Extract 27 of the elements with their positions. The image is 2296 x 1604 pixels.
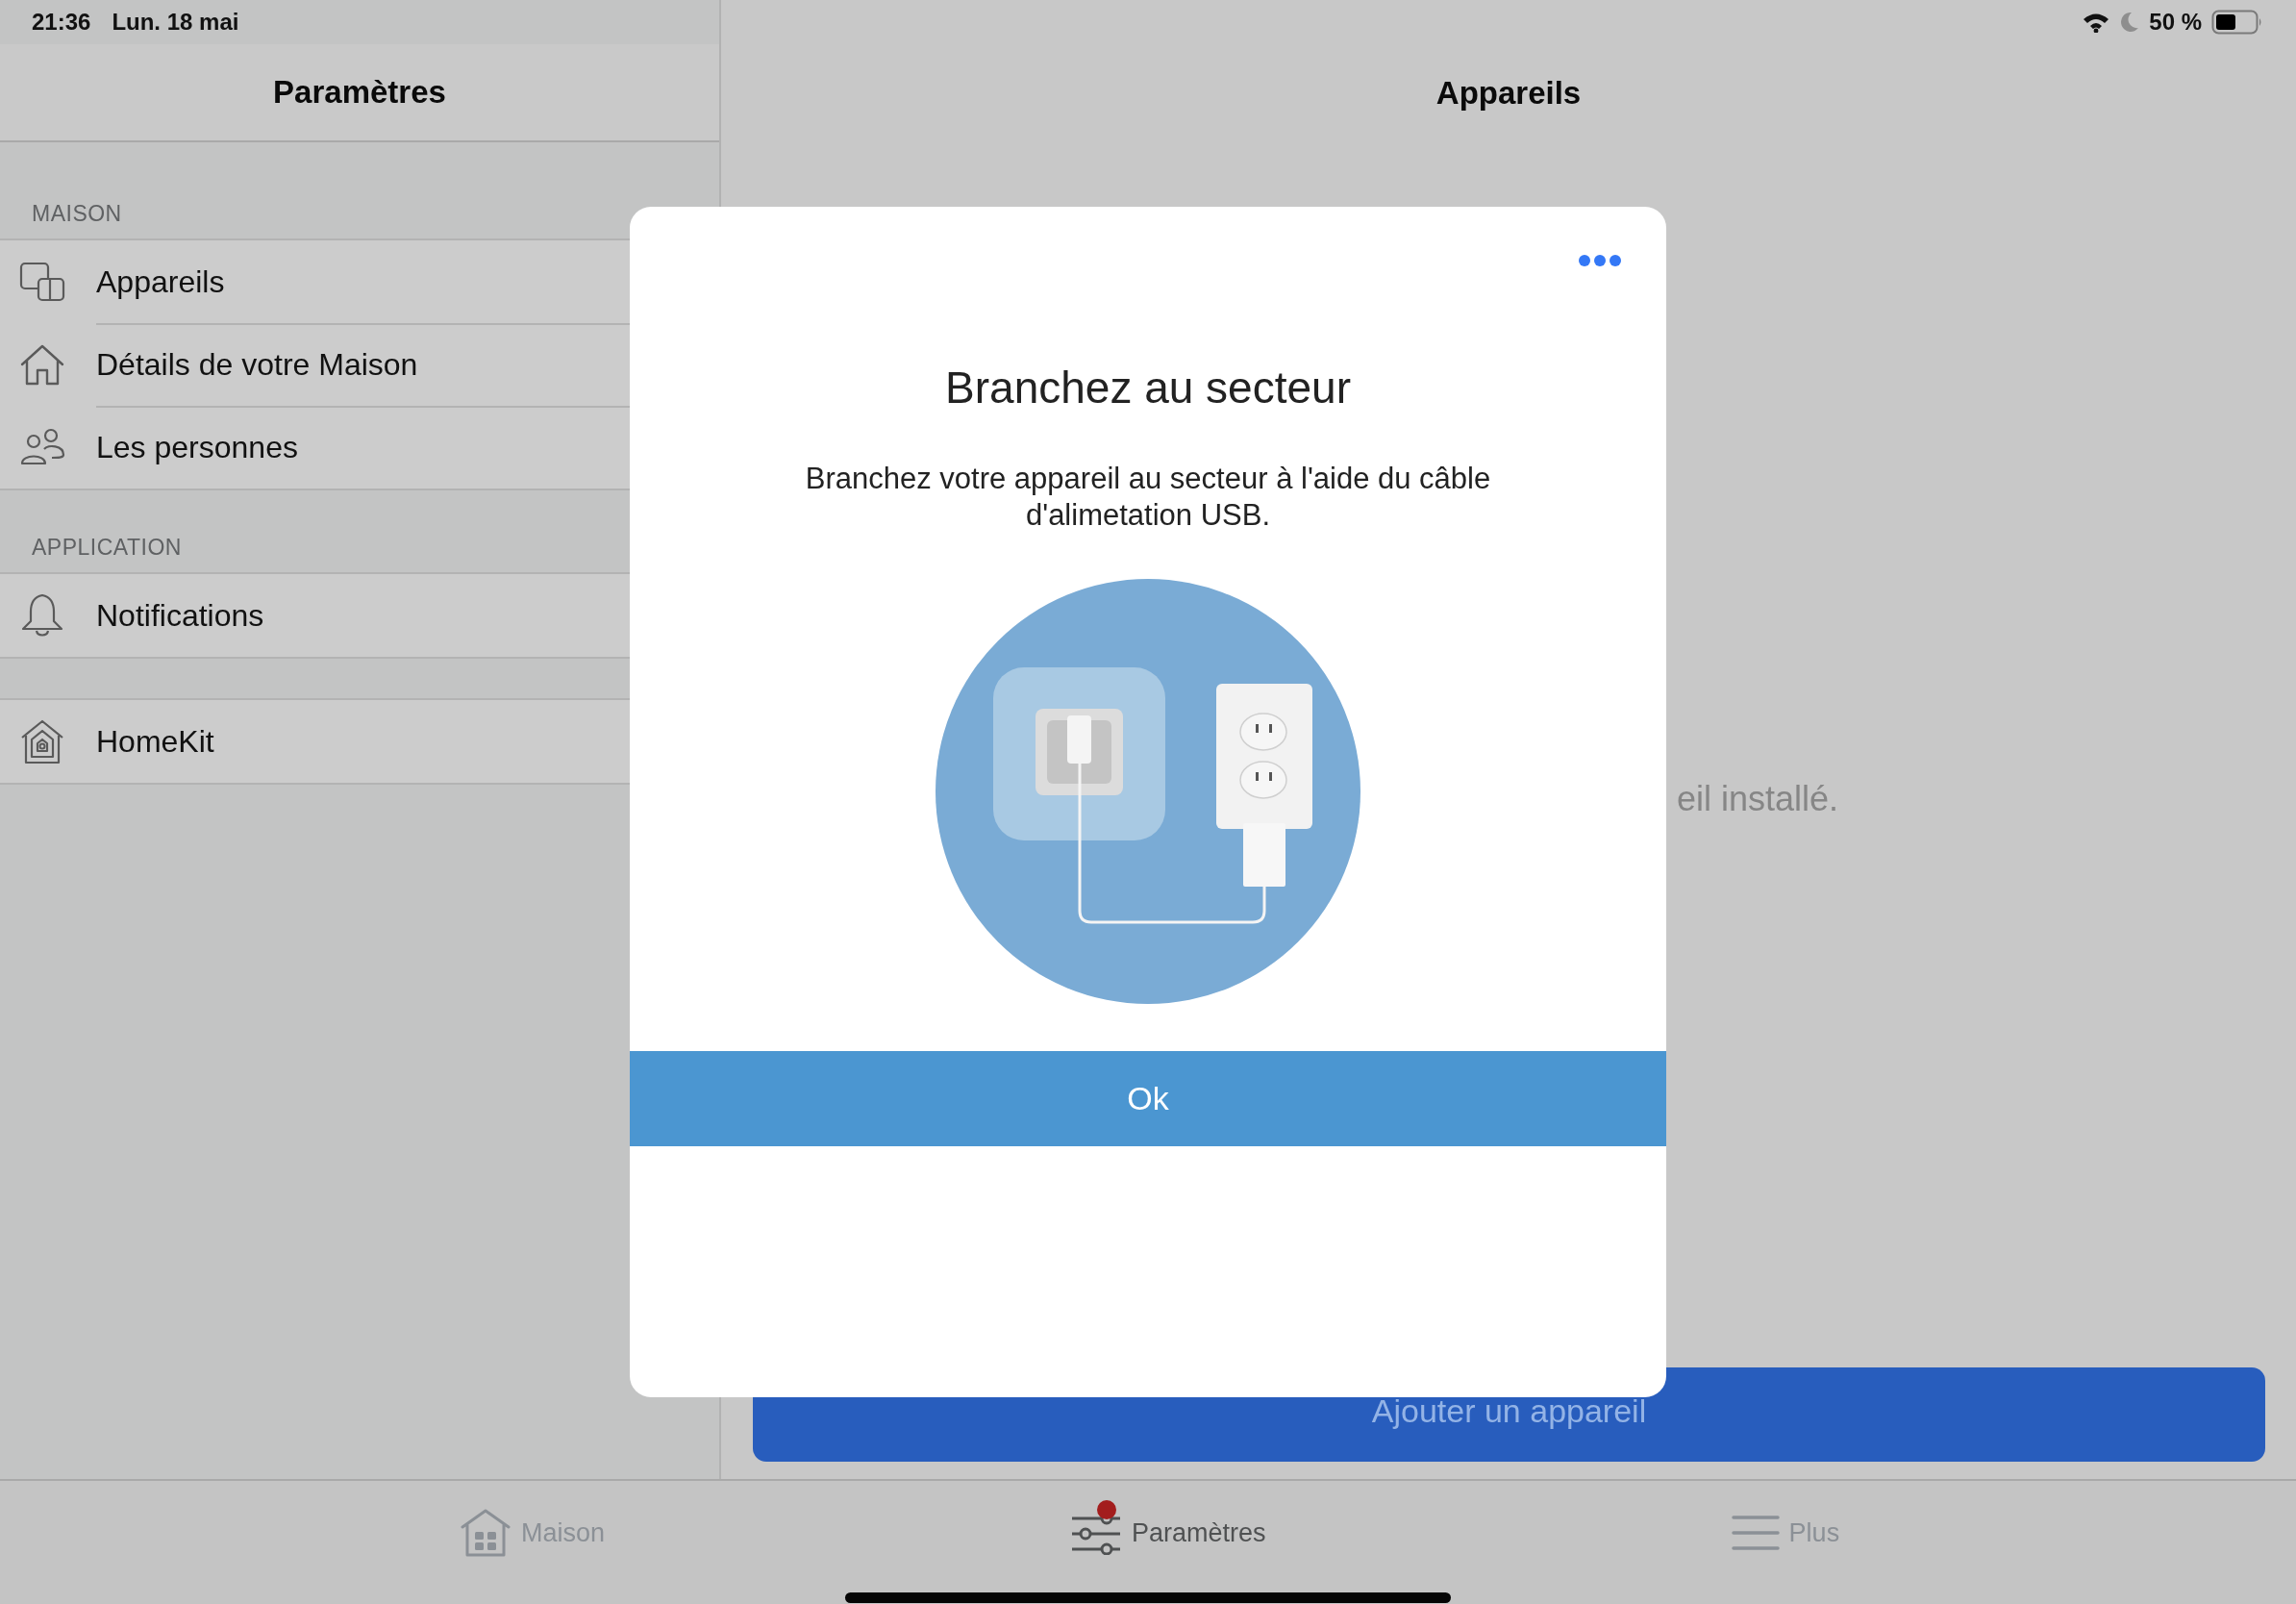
status-date: Lun. 18 mai <box>112 9 239 36</box>
sidebar-title: Paramètres <box>273 74 446 111</box>
wifi-icon <box>2082 12 2111 33</box>
empty-message: eil installé. <box>1677 779 1840 819</box>
settings-row[interactable]: Détails de votre Maison <box>0 323 719 406</box>
battery-icon <box>2211 10 2263 35</box>
page-title: Appareils <box>1435 75 1582 112</box>
settings-row[interactable]: HomeKit <box>0 700 719 783</box>
tab[interactable]: Paramètres <box>1070 1504 1266 1562</box>
homekit-icon <box>19 718 65 764</box>
section-header: MAISON <box>32 201 122 227</box>
settings-row[interactable]: Notifications <box>0 574 719 657</box>
section-header: APPLICATION <box>32 535 182 561</box>
moon-icon <box>2120 12 2140 33</box>
dialog-message: Branchez votre appareil au secteur à l'aide du câble d'alimetation USB. <box>804 461 1492 534</box>
more-icon[interactable] <box>1579 255 1621 266</box>
house-icon <box>19 343 65 386</box>
devices-icon <box>19 262 65 302</box>
settings-row[interactable]: Les personnes <box>0 406 719 489</box>
people-icon <box>19 428 65 466</box>
settings-row[interactable]: Appareils <box>0 240 719 323</box>
bell-icon <box>19 592 65 639</box>
status-time: 21:36 <box>32 9 91 36</box>
dialog-title: Branchez au secteur <box>945 362 1351 414</box>
battery-percent: 50 % <box>2149 9 2202 36</box>
home-icon <box>460 1508 512 1558</box>
menu-icon <box>1731 1514 1780 1552</box>
